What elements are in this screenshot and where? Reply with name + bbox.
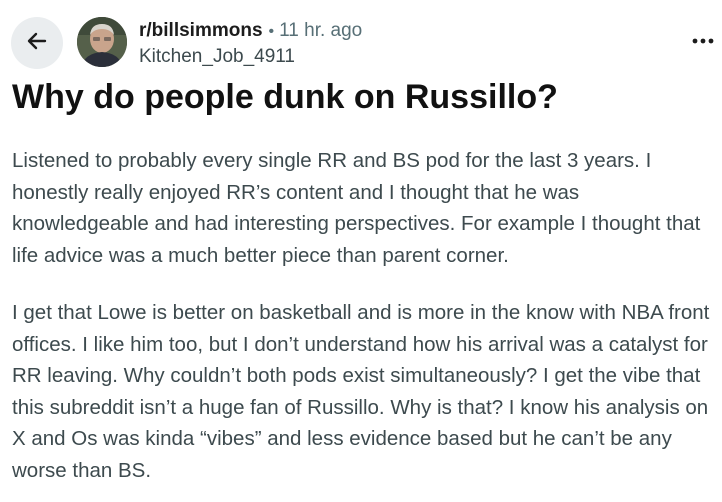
post-meta: r/billsimmons • 11 hr. ago Kitchen_Job_4…	[139, 20, 362, 68]
post-title: Why do people dunk on Russillo?	[12, 78, 558, 116]
post-paragraph-2: I get that Lowe is better on basketball …	[12, 301, 710, 482]
post-time: 11 hr. ago	[279, 20, 363, 41]
post-body: Listened to probably every single RR and…	[12, 145, 718, 486]
subreddit-avatar[interactable]	[77, 17, 127, 67]
subreddit-link[interactable]: r/billsimmons	[139, 20, 263, 42]
more-horizontal-icon	[692, 31, 714, 49]
meta-separator: •	[268, 23, 275, 40]
post-paragraph-1: Listened to probably every single RR and…	[12, 149, 701, 267]
back-button[interactable]	[11, 17, 63, 69]
arrow-left-icon	[25, 29, 49, 58]
author-link[interactable]: Kitchen_Job_4911	[139, 46, 362, 68]
more-options-button[interactable]	[690, 30, 716, 50]
